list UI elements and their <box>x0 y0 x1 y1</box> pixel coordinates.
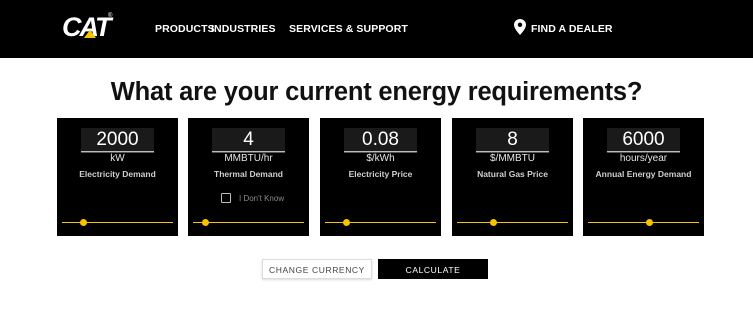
value-text: 2000 <box>96 129 139 150</box>
caption-label: Electricity Demand <box>79 169 156 179</box>
slider-track[interactable] <box>457 219 568 226</box>
caption-label: Natural Gas Price <box>477 169 548 179</box>
value-text: 4 <box>243 129 254 150</box>
slider-thumb[interactable] <box>489 219 497 226</box>
unit-label: $/MMBTU <box>490 153 535 164</box>
caption-label: Annual Energy Demand <box>595 169 692 179</box>
slider-track[interactable] <box>588 219 699 226</box>
slider-thumb[interactable] <box>343 219 351 226</box>
unit-label: hours/year <box>619 153 668 164</box>
card-thermal-demand: 4 MMBTU/hr Thermal Demand I Don't Know <box>188 118 309 236</box>
slider-thumb[interactable] <box>202 219 210 226</box>
logo-triangle-icon <box>84 30 96 38</box>
slider-track[interactable] <box>325 219 436 226</box>
find-a-dealer-link[interactable]: FIND A DEALER <box>531 23 613 35</box>
unit-label: kW <box>110 153 125 164</box>
slider-thumb[interactable] <box>80 219 88 226</box>
value-text: 0.08 <box>362 129 399 150</box>
caption-label: Thermal Demand <box>214 169 283 179</box>
value-input[interactable]: 4 <box>212 128 285 153</box>
card-natural-gas-price: 8 $/MMBTU Natural Gas Price <box>452 118 573 236</box>
unit-label: MMBTU/hr <box>224 153 273 164</box>
unit-label: $/kWh <box>366 153 395 164</box>
map-pin-icon[interactable] <box>514 19 526 35</box>
slider-thumb[interactable] <box>646 219 654 226</box>
nav-services-support[interactable]: SERVICES & SUPPORT <box>289 23 408 35</box>
page-title: What are your current energy requirement… <box>110 78 643 106</box>
change-currency-button[interactable]: CHANGE CURRENCY <box>262 259 372 279</box>
slider-track[interactable] <box>62 219 173 226</box>
i-dont-know-label: I Don't Know <box>239 194 285 203</box>
card-annual-energy-demand: 6000 hours/year Annual Energy Demand <box>583 118 704 236</box>
value-input[interactable]: 8 <box>476 128 549 153</box>
registered-mark: ® <box>108 13 113 19</box>
calculate-button[interactable]: CALCULATE <box>378 259 488 279</box>
value-input[interactable]: 2000 <box>81 128 154 153</box>
nav-products[interactable]: PRODUCTS <box>155 23 215 35</box>
site-header: CAT ® PRODUCTS INDUSTRIES SERVICES & SUP… <box>0 0 753 58</box>
i-dont-know-checkbox[interactable] <box>221 193 231 203</box>
value-text: 6000 <box>622 129 665 150</box>
nav-industries[interactable]: INDUSTRIES <box>211 23 276 35</box>
value-text: 8 <box>507 129 518 150</box>
slider-track[interactable] <box>193 219 304 226</box>
card-electricity-price: 0.08 $/kWh Electricity Price <box>320 118 441 236</box>
page: CAT ® PRODUCTS INDUSTRIES SERVICES & SUP… <box>0 0 753 310</box>
caption-label: Electricity Price <box>348 169 413 179</box>
value-input[interactable]: 0.08 <box>344 128 417 153</box>
value-input[interactable]: 6000 <box>607 128 680 153</box>
card-electricity-demand: 2000 kW Electricity Demand <box>57 118 178 236</box>
